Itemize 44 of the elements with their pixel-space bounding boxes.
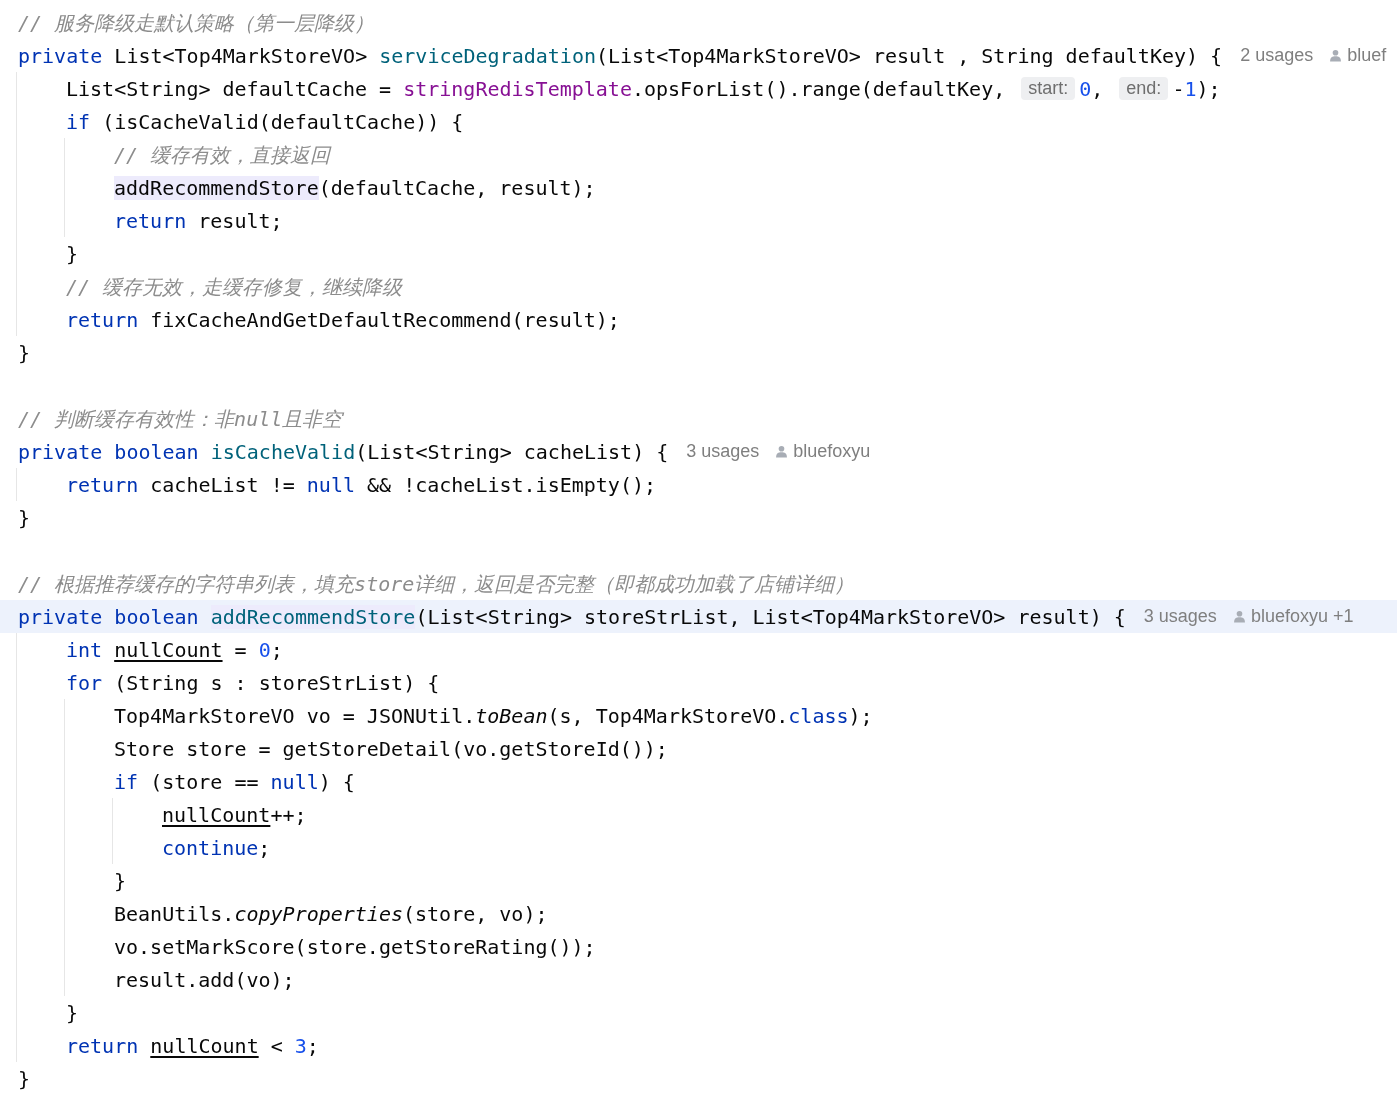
code-text: continue; bbox=[162, 834, 271, 862]
code-text: result.add(vo); bbox=[114, 966, 295, 994]
usages-link[interactable]: 3 usages bbox=[686, 441, 760, 462]
code-text: Top4MarkStoreVO vo = JSONUtil.toBean(s, Top4MarkStoreVO.class); bbox=[114, 702, 873, 730]
code-text: vo.setMarkScore(store.getStoreRating()); bbox=[114, 933, 596, 961]
code-comment: // 缓存有效，直接返回 bbox=[114, 141, 331, 169]
code-text: return fixCacheAndGetDefaultRecommend(result); bbox=[66, 306, 620, 334]
code-text: if (store == null) { bbox=[114, 768, 355, 796]
code-text: BeanUtils.copyProperties(store, vo); bbox=[114, 900, 548, 928]
person-icon bbox=[1232, 610, 1246, 623]
code-text: nullCount++; bbox=[162, 801, 307, 829]
author-link[interactable]: bluefoxyu +1 bbox=[1250, 606, 1354, 627]
code-comment: // 判断缓存有效性：非null且非空 bbox=[18, 405, 343, 433]
code-text: -1); bbox=[1172, 75, 1221, 103]
author-link[interactable]: bluef bbox=[1347, 45, 1387, 66]
person-icon bbox=[1329, 49, 1343, 62]
code-text: private List<Top4MarkStoreVO> serviceDegradation(List<Top4MarkStoreVO> result , String defaultKey) { bbox=[18, 42, 1223, 70]
code-text: if (isCacheValid(defaultCache)) { bbox=[66, 108, 464, 136]
code-comment: // 缓存无效，走缓存修复，继续降级 bbox=[66, 273, 403, 301]
code-text: Store store = getStoreDetail(vo.getStoreId()); bbox=[114, 735, 668, 763]
person-icon bbox=[775, 445, 789, 458]
code-text: } bbox=[66, 999, 79, 1027]
parameter-hint: end: bbox=[1119, 77, 1169, 100]
usages-link[interactable]: 2 usages bbox=[1240, 45, 1314, 66]
code-text: addRecommendStore(defaultCache, result); bbox=[114, 174, 596, 202]
code-text: } bbox=[66, 240, 79, 268]
code-text: private boolean addRecommendStore(List<String> storeStrList, List<Top4MarkStoreVO> result) { bbox=[18, 603, 1126, 631]
code-text: return nullCount < 3; bbox=[66, 1032, 319, 1060]
code-text: return result; bbox=[114, 207, 283, 235]
code-text: } bbox=[18, 339, 31, 367]
code-text: } bbox=[18, 504, 31, 532]
code-text: } bbox=[114, 867, 127, 895]
author-link[interactable]: bluefoxyu bbox=[793, 441, 871, 462]
usages-link[interactable]: 3 usages bbox=[1143, 606, 1217, 627]
code-comment: // 服务降级走默认策略（第一层降级） bbox=[18, 9, 375, 37]
code-text: int nullCount = 0; bbox=[66, 636, 283, 664]
code-text: List<String> defaultCache = stringRedisTemplate.opsForList().range(defaultKey, bbox=[66, 75, 1006, 103]
code-text: } bbox=[18, 1065, 31, 1093]
code-text: 0, bbox=[1079, 75, 1104, 103]
code-text: return cacheList != null && !cacheList.isEmpty(); bbox=[66, 471, 657, 499]
code-comment: // 根据推荐缓存的字符串列表，填充store详细，返回是否完整（即都成功加载了店铺详细） bbox=[18, 570, 855, 598]
code-text: private boolean isCacheValid(List<String> cacheList) { bbox=[18, 438, 669, 466]
code-text: for (String s : storeStrList) { bbox=[66, 669, 440, 697]
parameter-hint: start: bbox=[1021, 77, 1076, 100]
